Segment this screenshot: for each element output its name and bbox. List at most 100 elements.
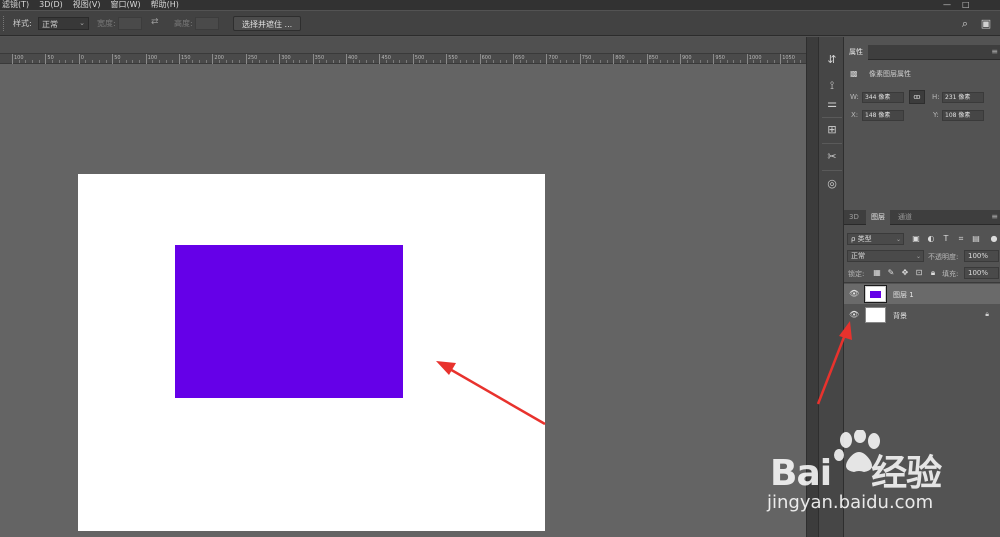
- ruler-minor-tick: [586, 60, 588, 63]
- ruler-minor-tick: [372, 60, 374, 63]
- libraries-icon[interactable]: ◎: [823, 175, 841, 193]
- filter-adjustment-icon[interactable]: ◐: [925, 233, 937, 245]
- layer-row-layer-1[interactable]: 👁︎ 图层 1: [844, 284, 1000, 304]
- ruler-minor-tick: [566, 60, 568, 63]
- y-field[interactable]: 108 像素: [942, 110, 984, 121]
- history-icon[interactable]: ⇵: [823, 51, 841, 69]
- filter-smart-object-icon[interactable]: ▤: [970, 233, 982, 245]
- lock-image-icon[interactable]: ✎: [885, 267, 897, 279]
- adjustments-icon[interactable]: ⚌: [823, 95, 841, 113]
- ruler-minor-tick: [559, 60, 561, 63]
- visibility-eye-icon[interactable]: 👁︎: [849, 289, 859, 299]
- filter-type-icon[interactable]: T: [940, 233, 952, 245]
- ruler-minor-tick: [285, 60, 287, 63]
- h-field[interactable]: 231 像素: [942, 92, 984, 103]
- baidu-watermark: Bai 经验 jingyan.baidu.com: [762, 428, 994, 533]
- w-field[interactable]: 344 像素: [862, 92, 904, 103]
- panel-menu-icon[interactable]: ≡: [991, 212, 998, 221]
- swap-icon[interactable]: ⇄: [151, 17, 159, 27]
- clone-source-icon[interactable]: ⊞: [823, 121, 841, 139]
- tools-icon[interactable]: ✂: [823, 148, 841, 166]
- ruler-minor-tick: [606, 60, 608, 63]
- minimize-button[interactable]: —: [943, 0, 951, 9]
- w-label: W:: [850, 93, 859, 101]
- x-field[interactable]: 148 像素: [862, 110, 904, 121]
- strip-separator: [822, 170, 842, 171]
- filter-pixel-icon[interactable]: ▣: [910, 233, 922, 245]
- style-select-value: 正常: [42, 20, 58, 29]
- ruler-minor-tick: [619, 60, 621, 63]
- menu-window[interactable]: 窗口(W): [109, 0, 149, 10]
- menu-view[interactable]: 视图(V): [71, 0, 109, 10]
- fill-field[interactable]: 100%: [964, 267, 999, 279]
- strip-separator: [822, 143, 842, 144]
- ruler-minor-tick: [753, 60, 755, 63]
- filter-shape-icon[interactable]: ⌗: [955, 233, 967, 245]
- document-canvas[interactable]: [78, 174, 545, 531]
- ruler-minor-tick: [766, 60, 768, 63]
- layer-thumbnail: [865, 307, 886, 323]
- lock-position-icon[interactable]: ✥: [899, 267, 911, 279]
- ruler-minor-tick: [472, 60, 474, 63]
- ruler-minor-tick: [199, 60, 201, 63]
- strip-separator: [822, 117, 842, 118]
- ruler-minor-tick: [72, 60, 74, 63]
- ruler-minor-tick: [733, 60, 735, 63]
- panel-menu-icon[interactable]: ≡: [991, 47, 998, 56]
- link-dimensions-icon[interactable]: ꝏ: [909, 90, 925, 104]
- blend-mode-select[interactable]: 正常 ⌄: [847, 250, 924, 262]
- menu-3d[interactable]: 3D(D): [37, 0, 71, 10]
- ruler-minor-tick: [673, 60, 675, 63]
- select-and-mask-button[interactable]: 选择并遮住 ...: [233, 16, 302, 31]
- ruler-minor-tick: [392, 60, 394, 63]
- ruler-minor-tick: [232, 60, 234, 63]
- lock-all-icon[interactable]: 🔒︎: [927, 267, 939, 279]
- ruler-minor-tick: [639, 60, 641, 63]
- width-input[interactable]: [118, 17, 142, 30]
- ruler-minor-tick: [793, 60, 795, 63]
- tab-3d[interactable]: 3D: [844, 210, 864, 225]
- layer-name[interactable]: 背景: [893, 311, 907, 321]
- ruler-minor-tick: [693, 60, 695, 63]
- menu-bar: 滤镜(T) 3D(D) 视图(V) 窗口(W) 帮助(H) — □: [0, 0, 1000, 10]
- ruler-minor-tick: [506, 60, 508, 63]
- menu-filter[interactable]: 滤镜(T): [0, 0, 37, 10]
- menu-help[interactable]: 帮助(H): [149, 0, 187, 10]
- tab-properties[interactable]: 属性: [844, 45, 868, 60]
- search-icon[interactable]: ⌕: [957, 16, 973, 32]
- lock-transparent-icon[interactable]: ▦: [871, 267, 883, 279]
- layer-filter-kind-select[interactable]: ρ 类型 ⌄: [847, 233, 904, 245]
- ruler-minor-tick: [58, 60, 60, 63]
- chevron-down-icon: ⌄: [79, 19, 85, 27]
- ruler-minor-tick: [786, 60, 788, 63]
- document-area[interactable]: 100 50 0 50 100 150 200 250 300 350 400 450 500 550 60…: [0, 37, 806, 537]
- filter-toggle-icon[interactable]: ●: [988, 233, 1000, 245]
- style-select[interactable]: 正常 ⌄: [38, 17, 89, 30]
- width-label: 宽度:: [97, 19, 116, 28]
- lock-artboard-icon[interactable]: ⊡: [913, 267, 925, 279]
- ruler-minor-tick: [492, 60, 494, 63]
- ruler-minor-tick: [486, 60, 488, 63]
- properties-panel-header: 属性 ≡: [844, 45, 1000, 60]
- ruler-minor-tick: [366, 60, 368, 63]
- ruler-minor-tick: [92, 60, 94, 63]
- ruler-minor-tick: [633, 60, 635, 63]
- layer-row-background[interactable]: 👁︎ 背景 🔒︎: [844, 305, 1000, 325]
- visibility-eye-icon[interactable]: 👁︎: [849, 310, 859, 320]
- ruler-minor-tick: [419, 60, 421, 63]
- horizontal-ruler[interactable]: 100 50 0 50 100 150 200 250 300 350 400 450 500 550 60…: [0, 54, 806, 64]
- opacity-field[interactable]: 100%: [964, 250, 999, 262]
- ruler-minor-tick: [626, 60, 628, 63]
- tab-channels[interactable]: 通道: [893, 210, 917, 225]
- ruler-minor-tick: [32, 60, 34, 63]
- brush-settings-icon[interactable]: ⟟: [823, 77, 841, 95]
- ruler-minor-tick: [599, 60, 601, 63]
- tab-layers[interactable]: 图层: [866, 210, 890, 225]
- workspace-icon[interactable]: ▣: [978, 16, 994, 32]
- height-input[interactable]: [195, 17, 219, 30]
- layer-name[interactable]: 图层 1: [893, 290, 914, 300]
- ruler-minor-tick: [432, 60, 434, 63]
- options-bar-grip[interactable]: [3, 16, 5, 31]
- purple-rectangle[interactable]: [175, 245, 403, 398]
- restore-button[interactable]: □: [962, 0, 970, 9]
